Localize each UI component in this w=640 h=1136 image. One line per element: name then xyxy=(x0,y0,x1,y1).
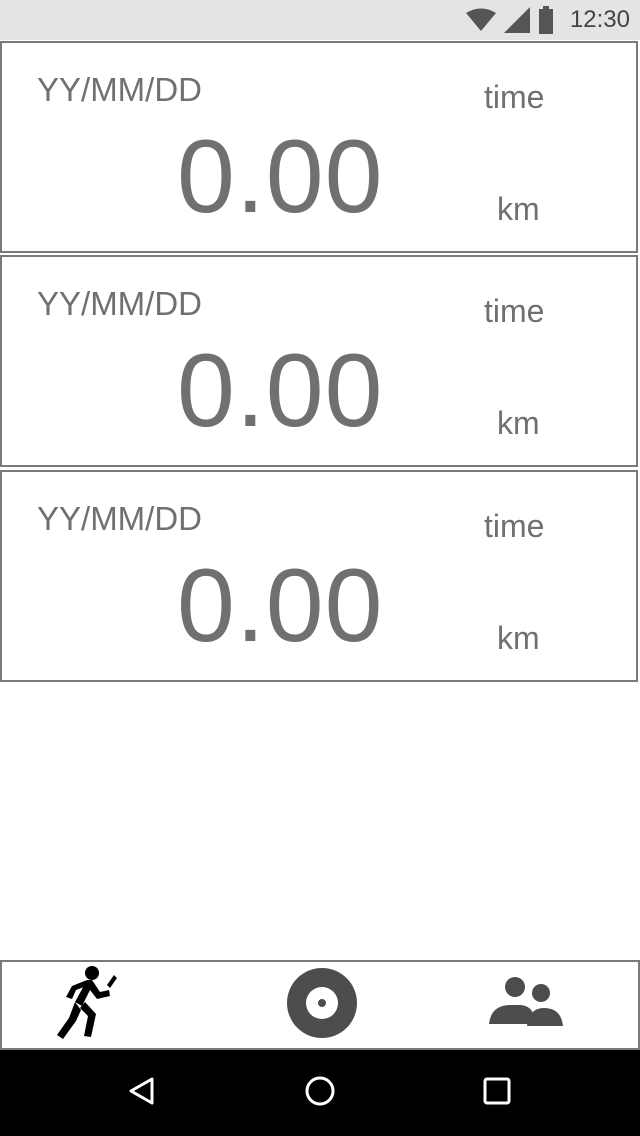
tab-run[interactable] xyxy=(42,962,132,1048)
screen: 12:30 YY/MM/DD time 0.00 km YY/MM/DD tim… xyxy=(0,0,640,1136)
run-card[interactable]: YY/MM/DD time 0.00 km xyxy=(0,41,638,253)
home-circle-icon xyxy=(304,1075,336,1112)
run-distance: 0.00 xyxy=(177,333,384,449)
run-card[interactable]: YY/MM/DD time 0.00 km xyxy=(0,255,638,467)
back-button[interactable] xyxy=(117,1068,167,1118)
navigation-bar xyxy=(0,1050,640,1136)
home-button[interactable] xyxy=(295,1068,345,1118)
wifi-icon xyxy=(465,8,496,32)
run-date: YY/MM/DD xyxy=(37,500,202,537)
run-distance-unit: km xyxy=(497,620,540,656)
recents-square-icon xyxy=(482,1076,512,1111)
back-triangle-icon xyxy=(127,1076,157,1111)
status-icons: 12:30 xyxy=(465,0,630,40)
bottom-tab-bar xyxy=(0,960,640,1050)
status-time: 12:30 xyxy=(569,6,630,33)
running-person-icon xyxy=(54,965,120,1045)
cell-signal-icon xyxy=(503,7,530,33)
run-distance: 0.00 xyxy=(177,119,384,235)
status-bar: 12:30 xyxy=(0,0,640,40)
record-disc-icon xyxy=(286,967,358,1044)
run-time: time xyxy=(484,508,545,544)
tab-friends[interactable] xyxy=(482,962,572,1048)
tab-record[interactable] xyxy=(277,962,367,1048)
run-time: time xyxy=(484,293,545,329)
run-time: time xyxy=(484,79,545,115)
run-card[interactable]: YY/MM/DD time 0.00 km xyxy=(0,470,638,682)
run-distance-unit: km xyxy=(497,405,540,441)
recents-button[interactable] xyxy=(472,1068,522,1118)
run-date: YY/MM/DD xyxy=(37,285,202,322)
people-icon xyxy=(489,976,565,1035)
battery-icon xyxy=(538,6,554,34)
run-distance: 0.00 xyxy=(177,548,384,664)
run-distance-unit: km xyxy=(497,191,540,227)
run-date: YY/MM/DD xyxy=(37,71,202,108)
